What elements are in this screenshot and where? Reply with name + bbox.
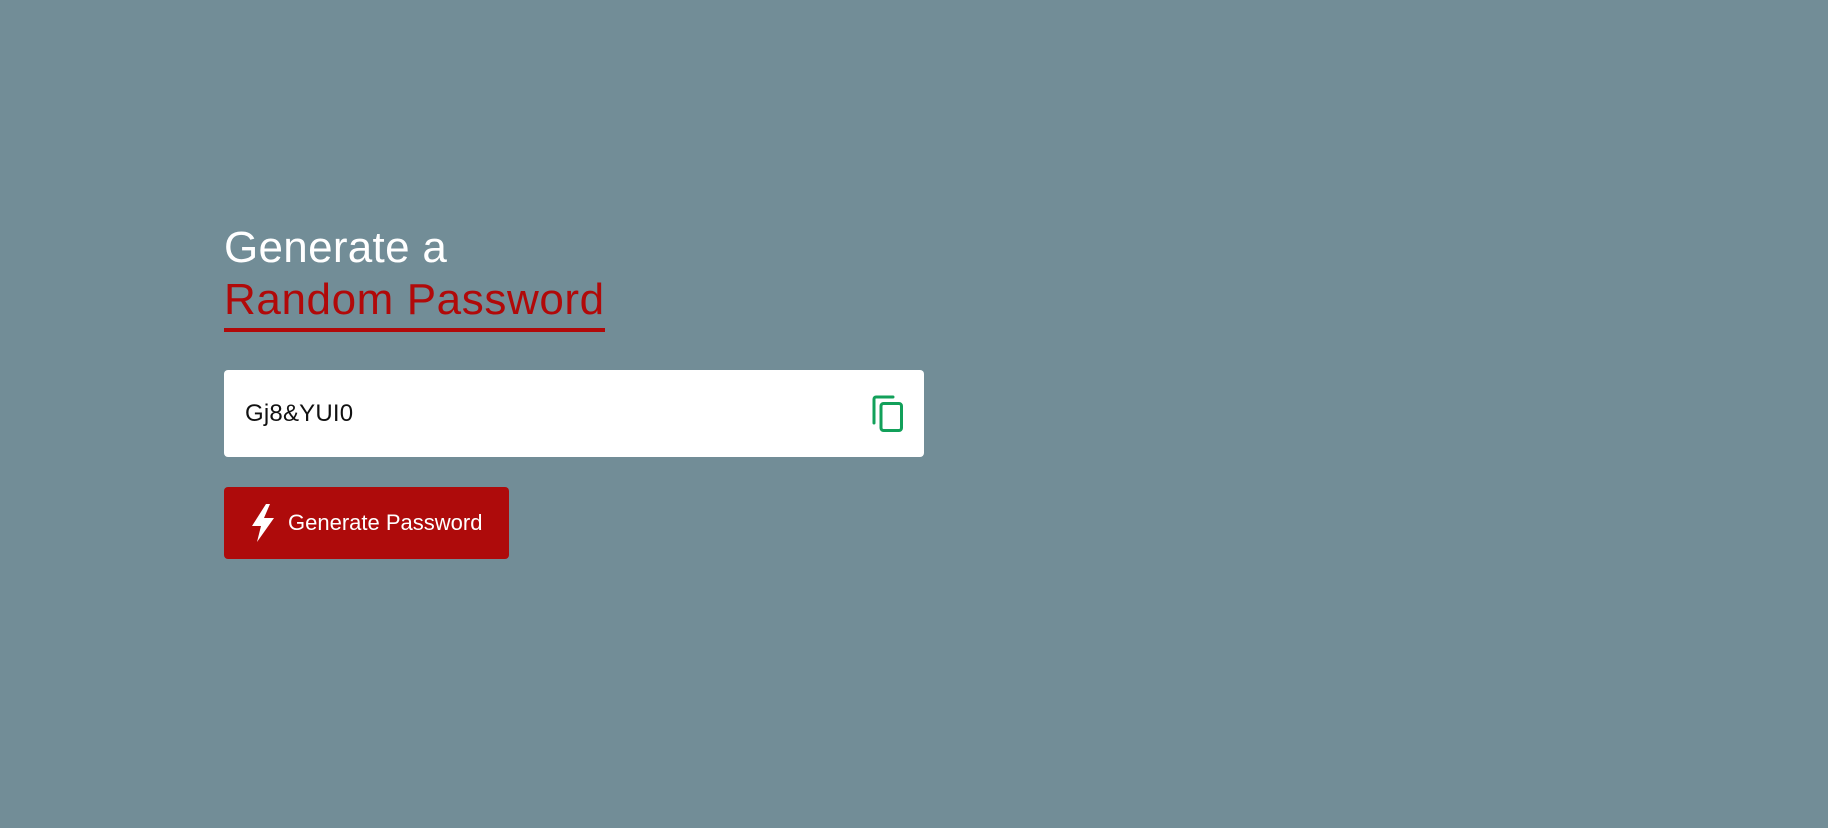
password-generator: Generate a Random Password Gj8&YUI0 Gene… [224, 222, 924, 559]
password-field[interactable]: Gj8&YUI0 [224, 370, 924, 457]
password-value[interactable]: Gj8&YUI0 [245, 400, 353, 428]
generate-password-button[interactable]: Generate Password [224, 487, 509, 559]
page-title: Generate a Random Password [224, 222, 924, 332]
lightning-bolt-icon [250, 504, 276, 542]
generate-password-label: Generate Password [288, 510, 483, 535]
title-line-accent: Random Password [224, 274, 605, 332]
copy-icon[interactable] [870, 395, 906, 433]
title-line-primary: Generate a [224, 223, 448, 272]
